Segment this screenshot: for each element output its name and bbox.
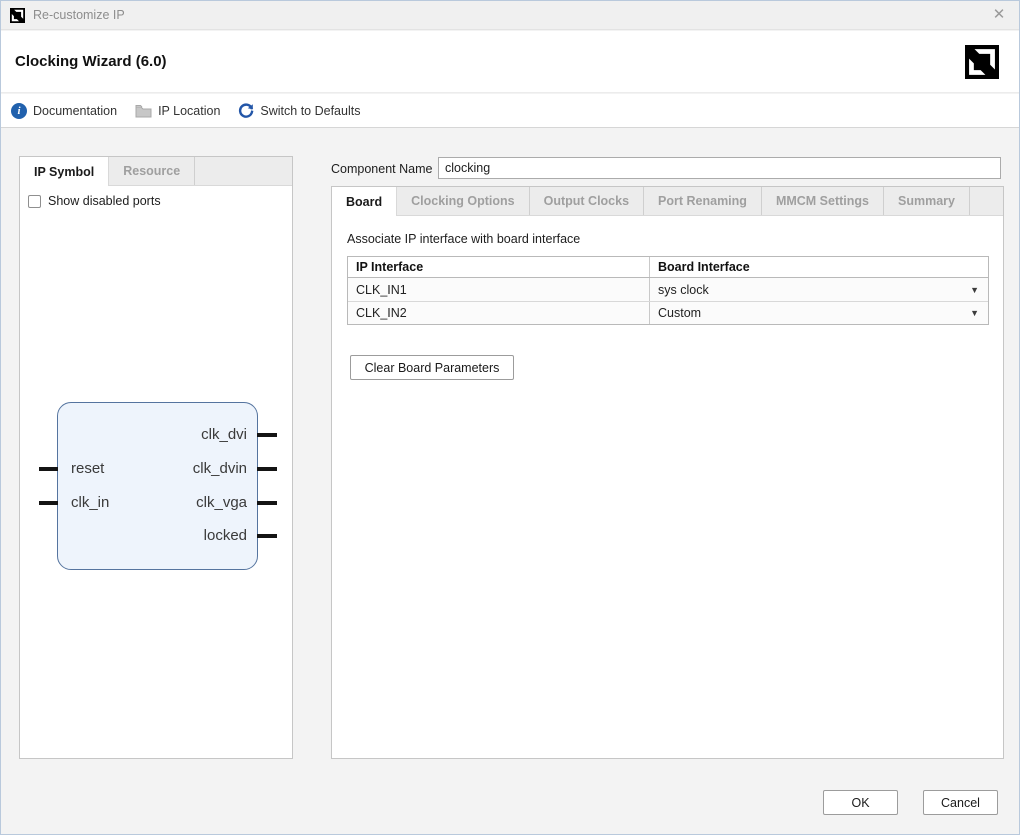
- component-name-label: Component Name: [331, 162, 432, 176]
- switch-to-defaults-button[interactable]: Switch to Defaults: [238, 103, 360, 119]
- board-interface-table: IP Interface Board Interface CLK_IN1 sys…: [347, 256, 989, 325]
- associate-interface-label: Associate IP interface with board interf…: [347, 232, 580, 246]
- cell-ip-interface: CLK_IN1: [348, 278, 650, 301]
- title-bar: Re-customize IP ✕: [1, 1, 1019, 30]
- documentation-button[interactable]: i Documentation: [11, 103, 117, 119]
- ip-location-label: IP Location: [158, 104, 220, 118]
- chevron-down-icon: ▼: [970, 285, 979, 295]
- recustomize-ip-dialog: Re-customize IP ✕ Clocking Wizard (6.0) …: [0, 0, 1020, 835]
- board-interface-dropdown[interactable]: sys clock ▼: [650, 278, 988, 301]
- close-icon[interactable]: ✕: [989, 5, 1009, 25]
- xilinx-logo-icon: [10, 8, 25, 23]
- ip-location-button[interactable]: IP Location: [135, 104, 220, 118]
- show-disabled-ports-checkbox[interactable]: [28, 195, 41, 208]
- tab-mmcm-settings[interactable]: MMCM Settings: [762, 187, 884, 215]
- port-stub-clk-dvi: [257, 433, 277, 437]
- tab-ip-symbol[interactable]: IP Symbol: [20, 157, 109, 186]
- switch-to-defaults-label: Switch to Defaults: [260, 104, 360, 118]
- folder-icon: [135, 104, 152, 118]
- table-row: CLK_IN2 Custom ▼: [348, 301, 988, 324]
- window-title: Re-customize IP: [33, 8, 125, 22]
- dialog-header: Clocking Wizard (6.0): [1, 31, 1019, 93]
- clear-board-parameters-button[interactable]: Clear Board Parameters: [350, 355, 514, 380]
- tab-resource[interactable]: Resource: [109, 157, 195, 185]
- port-stub-reset: [39, 467, 58, 471]
- tab-summary[interactable]: Summary: [884, 187, 970, 215]
- documentation-label: Documentation: [33, 104, 117, 118]
- info-icon: i: [11, 103, 27, 119]
- dropdown-value: sys clock: [658, 283, 709, 297]
- refresh-icon: [238, 103, 254, 119]
- port-label-clk-vga: clk_vga: [117, 494, 247, 511]
- cancel-button[interactable]: Cancel: [923, 790, 998, 815]
- col-header-ip-interface: IP Interface: [348, 257, 650, 277]
- port-label-clk-dvi: clk_dvi: [117, 426, 247, 443]
- col-header-board-interface: Board Interface: [650, 257, 988, 277]
- tab-clocking-options[interactable]: Clocking Options: [397, 187, 529, 215]
- show-disabled-ports-row: Show disabled ports: [28, 194, 161, 208]
- port-stub-clk-in: [39, 501, 58, 505]
- ok-button[interactable]: OK: [823, 790, 898, 815]
- table-row: CLK_IN1 sys clock ▼: [348, 278, 988, 301]
- tab-board[interactable]: Board: [332, 187, 397, 216]
- main-tabstrip: Board Clocking Options Output Clocks Por…: [332, 187, 1003, 216]
- port-stub-locked: [257, 534, 277, 538]
- board-tab-content: Associate IP interface with board interf…: [332, 216, 1003, 758]
- ip-symbol-panel: IP Symbol Resource Show disabled ports r…: [19, 156, 293, 759]
- component-name-input[interactable]: [438, 157, 1001, 179]
- settings-panel: Board Clocking Options Output Clocks Por…: [331, 186, 1004, 759]
- port-label-locked: locked: [117, 527, 247, 544]
- chevron-down-icon: ▼: [970, 308, 979, 318]
- port-label-reset: reset: [71, 460, 104, 477]
- left-tabstrip: IP Symbol Resource: [20, 157, 292, 186]
- port-stub-clk-dvin: [257, 467, 277, 471]
- port-stub-clk-vga: [257, 501, 277, 505]
- port-label-clk-dvin: clk_dvin: [117, 460, 247, 477]
- show-disabled-ports-label: Show disabled ports: [48, 194, 161, 208]
- board-interface-dropdown[interactable]: Custom ▼: [650, 302, 988, 324]
- dropdown-value: Custom: [658, 306, 701, 320]
- xilinx-logo-large-icon: [965, 45, 999, 79]
- toolbar: i Documentation IP Location Switch to De…: [1, 94, 1019, 128]
- page-title: Clocking Wizard (6.0): [15, 53, 167, 70]
- cell-ip-interface: CLK_IN2: [348, 302, 650, 324]
- tab-port-renaming[interactable]: Port Renaming: [644, 187, 762, 215]
- table-header-row: IP Interface Board Interface: [348, 257, 988, 278]
- tab-output-clocks[interactable]: Output Clocks: [530, 187, 644, 215]
- port-label-clk-in: clk_in: [71, 494, 109, 511]
